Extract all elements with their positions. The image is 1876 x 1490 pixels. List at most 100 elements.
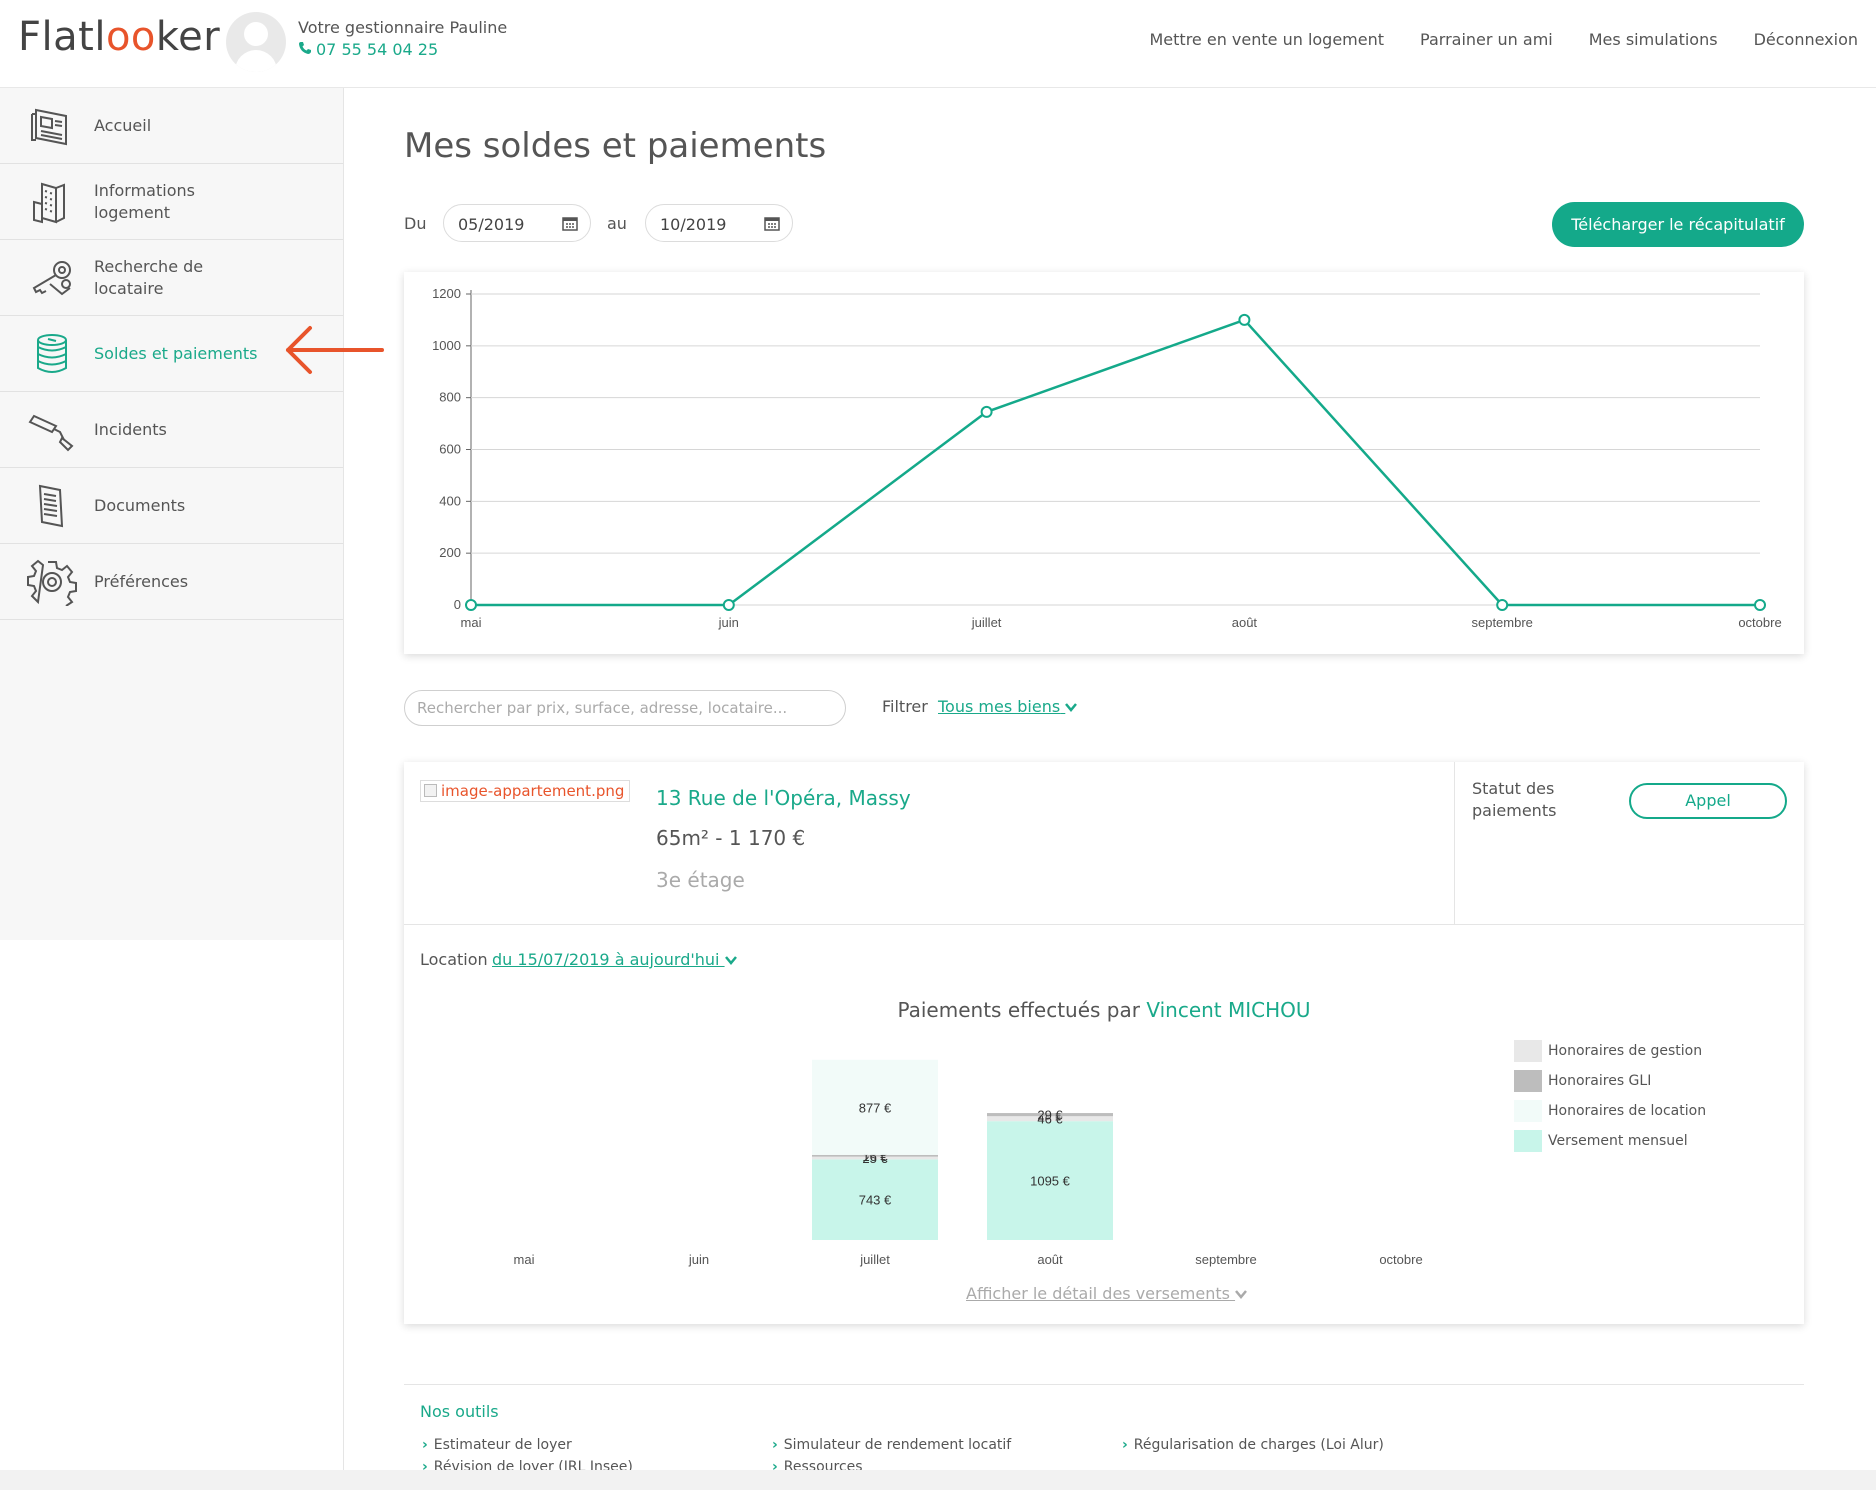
- date-from-input[interactable]: 05/2019: [443, 204, 591, 242]
- y-tick-label: 1000: [432, 338, 461, 353]
- payments-legend: Honoraires de gestion Honoraires GLI Honor…: [1514, 1036, 1706, 1156]
- x-tick-label: juin: [688, 1252, 709, 1267]
- sidebar-divider: [343, 940, 344, 1470]
- bottom-scroll-area: [0, 1470, 1876, 1490]
- manager-avatar: [226, 12, 286, 72]
- date-from-label: Du: [404, 214, 427, 233]
- filter-label: Filtrer: [882, 697, 928, 716]
- data-point: [722, 599, 735, 611]
- newspaper-icon: [31, 108, 67, 146]
- rental-label: Location: [420, 950, 488, 969]
- property-image: image-appartement.png: [420, 780, 630, 802]
- sidebar-item-incidents[interactable]: Incidents: [0, 392, 343, 468]
- building-icon: [33, 182, 65, 224]
- legend-label: Honoraires de location: [1548, 1103, 1707, 1119]
- legend-label: Versement mensuel: [1548, 1133, 1688, 1149]
- x-tick-label: octobre: [1379, 1252, 1422, 1267]
- property-address[interactable]: 13 Rue de l'Opéra, Massy: [656, 786, 911, 810]
- x-tick-label: septembre: [1195, 1252, 1256, 1267]
- show-payment-details-link[interactable]: Afficher le détail des versements: [966, 1284, 1248, 1303]
- data-point: [465, 599, 477, 611]
- keys-icon: [32, 261, 71, 296]
- calendar-icon: [562, 217, 578, 231]
- page-title: Mes soldes et paiements: [404, 126, 827, 166]
- x-tick-label: août: [1232, 615, 1258, 630]
- balance-line-chart: 0 200 400 600 800 1000 1200 mai juin juillet août s…: [404, 272, 1804, 654]
- date-to-input[interactable]: 10/2019: [645, 204, 793, 242]
- bar-value-label: 743 €: [859, 1193, 892, 1208]
- phone-icon: [299, 42, 311, 54]
- sidebar-item-documents[interactable]: Documents: [0, 468, 343, 544]
- x-tick-label: juin: [718, 615, 739, 630]
- legend-item: Versement mensuel: [1514, 1126, 1706, 1156]
- legend-label: Honoraires GLI: [1548, 1073, 1652, 1089]
- document-icon: [38, 484, 64, 528]
- nav-sell-property[interactable]: Mettre en vente un logement: [1150, 30, 1385, 49]
- data-point: [1496, 599, 1509, 611]
- sidebar-item-recherche-locataire[interactable]: Recherche de locataire: [0, 240, 343, 316]
- property-floor: 3e étage: [656, 868, 745, 892]
- horizontal-divider: [404, 924, 1804, 925]
- bar-value-label: 877 €: [859, 1100, 892, 1115]
- payment-status-label: Statut des paiements: [1472, 779, 1557, 820]
- bar-value-label: 1095 €: [1030, 1174, 1071, 1189]
- y-tick-label: 0: [454, 597, 461, 612]
- data-point: [980, 405, 993, 418]
- tool-link-yield-simulator[interactable]: › Simulateur de rendement locatif: [772, 1437, 1011, 1453]
- x-tick-label: septembre: [1471, 615, 1532, 630]
- payment-status-button[interactable]: Appel: [1629, 783, 1787, 819]
- data-point: [1754, 599, 1766, 611]
- y-tick-label: 1200: [432, 286, 461, 301]
- bar-value-label: 29 €: [1037, 1108, 1063, 1123]
- top-nav: Mettre en vente un logement Parrainer un…: [1150, 30, 1859, 49]
- x-tick-label: mai: [461, 615, 482, 630]
- tool-link-rent-estimator[interactable]: › Estimateur de loyer: [422, 1437, 572, 1453]
- x-tick-label: mai: [514, 1252, 535, 1267]
- manager-phone[interactable]: 07 55 54 04 25: [298, 40, 438, 59]
- chevron-down-icon: [724, 956, 737, 965]
- x-tick-label: octobre: [1738, 615, 1781, 630]
- nav-logout[interactable]: Déconnexion: [1754, 30, 1858, 49]
- legend-item: Honoraires de gestion: [1514, 1036, 1706, 1066]
- x-tick-label: août: [1037, 1252, 1063, 1267]
- chevron-right-icon: ›: [422, 1437, 428, 1453]
- property-surface-price: 65m² - 1 170 €: [656, 826, 806, 850]
- broken-image-icon: [424, 784, 437, 797]
- sidebar-item-preferences[interactable]: Préférences: [0, 544, 343, 620]
- paint-roller-icon: [28, 414, 74, 452]
- nav-refer-friend[interactable]: Parrainer un ami: [1420, 30, 1553, 49]
- flatlooker-logo[interactable]: Flatlooker: [18, 14, 220, 60]
- coins-stack-icon: [37, 334, 67, 373]
- legend-swatch: [1514, 1130, 1542, 1152]
- x-tick-label: juillet: [971, 615, 1002, 630]
- nav-my-simulations[interactable]: Mes simulations: [1589, 30, 1718, 49]
- rental-period-dropdown[interactable]: du 15/07/2019 à aujourd'hui: [492, 950, 737, 969]
- search-input[interactable]: Rechercher par prix, surface, adresse, l…: [404, 690, 846, 726]
- legend-swatch: [1514, 1100, 1542, 1122]
- series-line: [471, 318, 1760, 607]
- legend-item: Honoraires de location: [1514, 1096, 1706, 1126]
- chevron-right-icon: ›: [772, 1437, 778, 1453]
- top-header: Flatlooker Votre gestionnaire Pauline 07…: [0, 0, 1876, 88]
- annotation-arrow-sidebar: [286, 326, 384, 374]
- filter-dropdown[interactable]: Tous mes biens: [938, 697, 1078, 716]
- payments-chart-title: Paiements effectués par Vincent MICHOU: [897, 998, 1311, 1022]
- gear-icon: [27, 559, 77, 606]
- y-tick-label: 800: [439, 390, 461, 405]
- chevron-down-icon: [1065, 703, 1078, 712]
- sidebar-item-informations-logement[interactable]: Informations logement: [0, 164, 343, 240]
- y-tick-label: 400: [439, 493, 461, 508]
- date-to-label: au: [607, 214, 627, 233]
- chevron-down-icon: [1235, 1290, 1248, 1299]
- tenant-name: Vincent MICHOU: [1146, 998, 1311, 1022]
- payments-bar-chart: mai juin743 €25 €16 €877 €juillet1095 €46…: [514, 1059, 1423, 1267]
- download-summary-button[interactable]: Télécharger le récapitulatif: [1552, 202, 1804, 247]
- sidebar-item-accueil[interactable]: Accueil: [0, 88, 343, 164]
- sidebar: Accueil Informations logement Recherche …: [0, 88, 344, 940]
- tool-link-charges-regularisation[interactable]: › Régularisation de charges (Loi Alur): [1122, 1437, 1384, 1453]
- footer-divider: [404, 1384, 1804, 1385]
- line-chart-svg: 0 200 400 600 800 1000 1200 mai juin juillet août s…: [432, 286, 1782, 630]
- calendar-icon: [764, 217, 780, 231]
- vertical-divider: [1454, 762, 1455, 924]
- manager-name: Votre gestionnaire Pauline: [298, 18, 508, 37]
